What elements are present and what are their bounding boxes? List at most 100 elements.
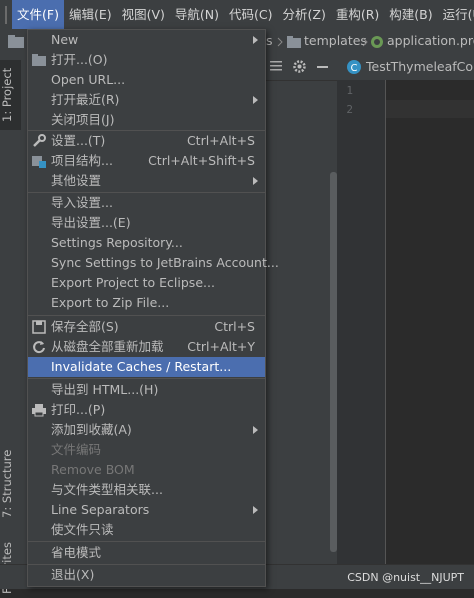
menu-item-open-recent[interactable]: 打开最近(R) xyxy=(28,90,265,110)
intellij-logo-icon xyxy=(5,5,7,24)
menu-item-make-read-only[interactable]: 使文件只读 xyxy=(28,520,265,540)
breadcrumb-parent[interactable]: s xyxy=(266,33,273,48)
menu-item-file-encoding[interactable]: 文件编码 xyxy=(28,440,265,460)
menu-item-line-separators[interactable]: Line Separators xyxy=(28,500,265,520)
menu-item-new[interactable]: New xyxy=(28,30,265,50)
menu-separator xyxy=(28,315,265,316)
editor-body[interactable] xyxy=(386,80,474,564)
menu-item-import-settings[interactable]: 导入设置... xyxy=(28,193,265,213)
submenu-arrow-icon xyxy=(253,96,258,104)
menu-item-other-settings[interactable]: 其他设置 xyxy=(28,171,265,191)
menu-item-label: Open URL... xyxy=(51,72,126,87)
menu-item-label: Invalidate Caches / Restart... xyxy=(51,359,232,374)
menu-item-remove-bom[interactable]: Remove BOM xyxy=(28,460,265,480)
wrench-icon xyxy=(33,134,46,147)
menu-item-export-zip[interactable]: Export to Zip File... xyxy=(28,293,265,313)
spring-leaf-icon xyxy=(371,36,383,48)
project-scrollbar[interactable] xyxy=(330,172,337,552)
printer-icon xyxy=(32,404,46,417)
menu-item-label: 文件编码 xyxy=(51,442,102,457)
menu-separator xyxy=(28,378,265,379)
menu-edit[interactable]: 编辑(E) xyxy=(64,0,117,29)
menu-item-print[interactable]: 打印...(P) xyxy=(28,400,265,420)
class-icon: C xyxy=(347,60,361,74)
file-menu: New 打开...(O) Open URL... 打开最近(R) 关闭项目(J)… xyxy=(27,29,279,587)
menu-item-label: 打印...(P) xyxy=(51,402,106,417)
menu-item-label: New xyxy=(51,32,79,47)
menu-item-label: Export Project to Eclipse... xyxy=(51,275,215,290)
menu-item-label: 导出设置...(E) xyxy=(51,215,131,230)
menu-item-power-save-mode[interactable]: 省电模式 xyxy=(28,543,265,563)
menu-item-label: 退出(X) xyxy=(51,567,95,582)
menu-item-open[interactable]: 打开...(O) xyxy=(28,50,265,70)
current-line-highlight xyxy=(386,100,474,118)
menu-code[interactable]: 代码(C) xyxy=(224,0,277,29)
menu-item-label: 省电模式 xyxy=(51,545,102,560)
menu-item-label: 关闭项目(J) xyxy=(51,112,115,127)
chevron-right-icon xyxy=(277,37,283,47)
line-number: 1 xyxy=(346,84,353,97)
menu-refactor[interactable]: 重构(R) xyxy=(331,0,384,29)
menu-item-shortcut: Ctrl+Alt+Shift+S xyxy=(148,153,255,168)
refresh-icon xyxy=(33,341,45,354)
menu-item-shortcut: Ctrl+Alt+Y xyxy=(187,339,255,354)
menu-item-label: 保存全部(S) xyxy=(51,319,119,334)
folder-open-icon xyxy=(32,54,46,66)
menu-item-settings[interactable]: 设置...(T) Ctrl+Alt+S xyxy=(28,131,265,151)
menu-item-label: 导入设置... xyxy=(51,195,113,210)
minimize-icon[interactable] xyxy=(317,66,328,68)
menu-item-label: Export to Zip File... xyxy=(51,295,170,310)
svg-text:C: C xyxy=(351,63,358,74)
menu-item-label: 添加到收藏(A) xyxy=(51,422,132,437)
menu-item-label: 与文件类型相关联... xyxy=(51,482,163,497)
menu-separator xyxy=(28,541,265,542)
menu-item-open-url[interactable]: Open URL... xyxy=(28,70,265,90)
hide-lines-icon[interactable] xyxy=(270,60,282,72)
tab-structure[interactable]: 7: Structure xyxy=(0,444,21,524)
menu-item-export-settings[interactable]: 导出设置...(E) xyxy=(28,213,265,233)
menu-navigate[interactable]: 导航(N) xyxy=(170,0,224,29)
menu-item-label: Remove BOM xyxy=(51,462,135,477)
submenu-arrow-icon xyxy=(253,36,258,44)
menu-build[interactable]: 构建(B) xyxy=(384,0,437,29)
line-number: 2 xyxy=(346,103,353,116)
menu-item-export-html[interactable]: 导出到 HTML...(H) xyxy=(28,380,265,400)
menu-item-exit[interactable]: 退出(X) xyxy=(28,565,265,585)
menu-item-label: 项目结构... xyxy=(51,153,113,168)
breadcrumb-file[interactable]: application.prop xyxy=(387,33,474,48)
menu-item-export-eclipse[interactable]: Export Project to Eclipse... xyxy=(28,273,265,293)
menu-bar: 文件(F) 编辑(E) 视图(V) 导航(N) 代码(C) 分析(Z) 重构(R… xyxy=(0,0,474,29)
menu-item-label: 导出到 HTML...(H) xyxy=(51,382,159,397)
menu-item-label: 设置...(T) xyxy=(51,133,106,148)
menu-item-sync-settings[interactable]: Sync Settings to JetBrains Account... xyxy=(28,253,279,273)
chevron-right-icon xyxy=(362,37,368,47)
menu-item-label: Settings Repository... xyxy=(51,235,183,250)
menu-view[interactable]: 视图(V) xyxy=(117,0,170,29)
menu-run[interactable]: 运行(U) xyxy=(438,0,474,29)
menu-item-associate-file-type[interactable]: 与文件类型相关联... xyxy=(28,480,265,500)
watermark: CSDN @nuist__NJUPT xyxy=(347,571,464,584)
menu-item-reload-all[interactable]: 从磁盘全部重新加载 Ctrl+Alt+Y xyxy=(28,337,265,357)
menu-item-invalidate-caches[interactable]: Invalidate Caches / Restart... xyxy=(28,357,265,377)
submenu-arrow-icon xyxy=(253,426,258,434)
folder-icon xyxy=(8,35,24,48)
project-toolbar xyxy=(266,54,337,81)
editor-tab-label[interactable]: TestThymeleafContr xyxy=(366,59,474,74)
folder-icon xyxy=(287,36,301,48)
breadcrumb-templates[interactable]: templates xyxy=(304,33,367,48)
menu-file[interactable]: 文件(F) xyxy=(12,0,64,29)
menu-analyze[interactable]: 分析(Z) xyxy=(278,0,331,29)
menu-item-project-structure[interactable]: 项目结构... Ctrl+Alt+Shift+S xyxy=(28,151,265,171)
gear-icon[interactable] xyxy=(293,60,306,73)
menu-item-label: 打开最近(R) xyxy=(51,92,120,107)
save-icon xyxy=(32,320,46,334)
tab-project[interactable]: 1: Project xyxy=(0,60,21,130)
menu-item-label: 打开...(O) xyxy=(51,52,108,67)
menu-item-add-to-favorites[interactable]: 添加到收藏(A) xyxy=(28,420,265,440)
menu-item-settings-repository[interactable]: Settings Repository... xyxy=(28,233,265,253)
menu-item-shortcut: Ctrl+Alt+S xyxy=(186,133,255,148)
menu-item-close-project[interactable]: 关闭项目(J) xyxy=(28,110,265,130)
menu-item-save-all[interactable]: 保存全部(S) Ctrl+S xyxy=(28,317,265,337)
menu-item-label: Sync Settings to JetBrains Account... xyxy=(51,255,279,270)
menu-item-shortcut: Ctrl+S xyxy=(214,319,255,334)
